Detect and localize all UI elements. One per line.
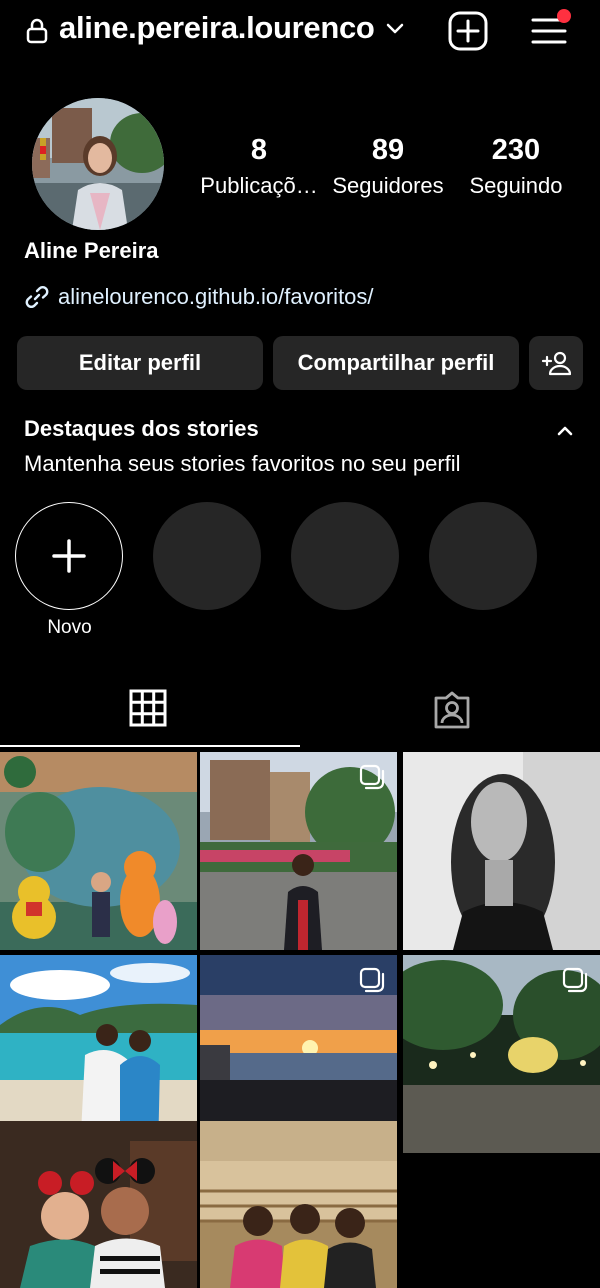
- post-thumbnail[interactable]: [200, 752, 397, 950]
- discover-people-button[interactable]: [529, 336, 583, 390]
- stat-posts-count: 8: [250, 134, 268, 166]
- new-post-icon[interactable]: [448, 11, 488, 51]
- stat-followers-label: Seguidores: [332, 173, 444, 198]
- profile-link[interactable]: alinelourenco.github.io/favoritos/: [24, 284, 374, 310]
- stat-followers-count: 89: [371, 134, 405, 166]
- post-thumbnail[interactable]: [403, 752, 600, 950]
- highlights-subtitle: Mantenha seus stories favoritos no seu p…: [24, 451, 461, 476]
- add-person-icon: [541, 351, 571, 376]
- chevron-up-icon[interactable]: [554, 420, 576, 442]
- post-thumbnail[interactable]: [0, 1121, 197, 1288]
- new-highlight-label: Novo: [47, 617, 92, 638]
- grid-icon[interactable]: [128, 688, 168, 728]
- post-image: [403, 752, 600, 950]
- new-highlight-button[interactable]: [15, 502, 123, 610]
- active-tab-indicator: [0, 745, 300, 747]
- chevron-down-icon[interactable]: [385, 19, 405, 39]
- post-image: [200, 1121, 397, 1288]
- post-image: [0, 752, 197, 950]
- plus-icon: [52, 539, 86, 573]
- notification-dot: [557, 9, 571, 23]
- account-switcher[interactable]: aline.pereira.lourenco: [59, 10, 375, 46]
- highlight-placeholder: [291, 502, 399, 610]
- carousel-icon: [359, 967, 385, 993]
- stat-following[interactable]: 230 Seguindo: [446, 130, 586, 202]
- profile-link-text: alinelourenco.github.io/favoritos/: [58, 284, 374, 309]
- post-thumbnail[interactable]: [0, 752, 197, 950]
- stat-followers[interactable]: 89 Seguidores: [318, 130, 458, 202]
- avatar[interactable]: [32, 98, 164, 230]
- stat-following-label: Seguindo: [469, 173, 563, 198]
- top-bar: aline.pereira.lourenco: [0, 0, 600, 64]
- post-thumbnail[interactable]: [200, 1121, 397, 1288]
- share-profile-button[interactable]: Compartilhar perfil: [273, 336, 519, 390]
- display-name: Aline Pereira: [24, 238, 159, 263]
- highlight-placeholder: [429, 502, 537, 610]
- highlights-title: Destaques dos stories: [24, 416, 259, 441]
- edit-profile-button[interactable]: Editar perfil: [17, 336, 263, 390]
- lock-icon: [26, 18, 48, 44]
- post-thumbnail[interactable]: [403, 955, 600, 1153]
- stat-posts-label: Publicaçõ…: [200, 173, 318, 198]
- link-icon: [25, 285, 49, 309]
- carousel-icon: [562, 967, 588, 993]
- highlight-placeholder: [153, 502, 261, 610]
- stat-posts[interactable]: 8 Publicaçõ…: [189, 130, 329, 202]
- post-image: [0, 1121, 197, 1288]
- avatar-photo: [32, 98, 164, 230]
- carousel-icon: [359, 764, 385, 790]
- stat-following-count: 230: [491, 134, 541, 166]
- tagged-icon[interactable]: [432, 690, 472, 730]
